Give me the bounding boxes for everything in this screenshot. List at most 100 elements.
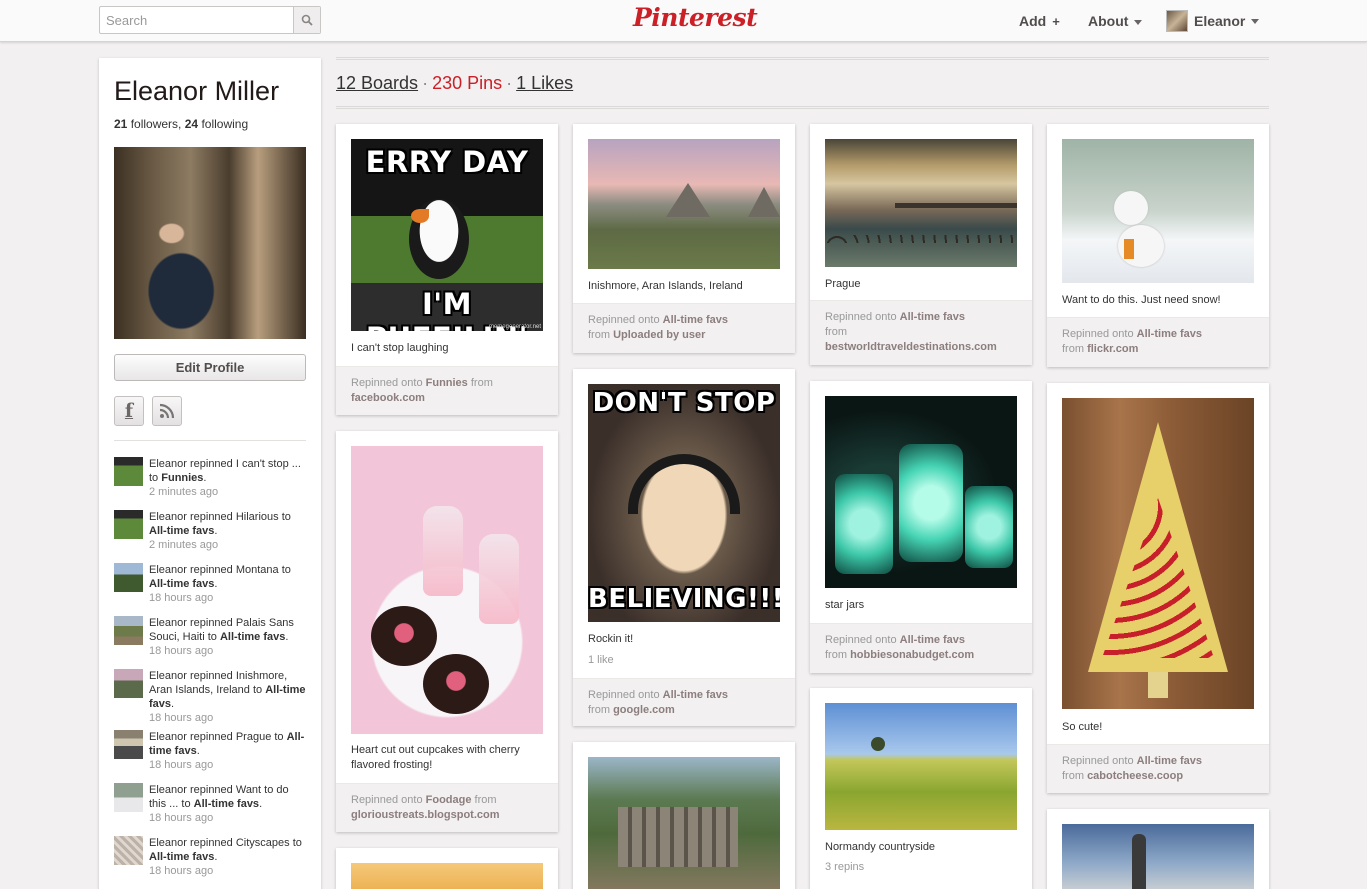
pin-card[interactable]: So cute! Repinned onto All-time favs fro… (1047, 383, 1269, 793)
pinterest-logo[interactable]: Pinterest (633, 3, 758, 35)
board-link[interactable]: All-time favs (1137, 755, 1202, 767)
activity-item[interactable]: Eleanor repinned Montana to All-time fav… (114, 563, 306, 611)
add-menu[interactable]: Add + (1019, 13, 1060, 29)
activity-time: 18 hours ago (149, 592, 214, 604)
edit-profile-button[interactable]: Edit Profile (114, 354, 306, 381)
rss-button[interactable] (152, 396, 182, 426)
pin-image[interactable] (1062, 139, 1254, 283)
pin-card[interactable]: Heart cut out cupcakes with cherry flavo… (336, 431, 558, 832)
repin-count[interactable]: 3 repins (825, 861, 864, 873)
like-count[interactable]: 1 like (588, 654, 614, 666)
pin-image[interactable] (1062, 824, 1254, 889)
activity-board-link[interactable]: All-time favs (220, 631, 285, 643)
pin-image[interactable] (351, 863, 543, 889)
board-link[interactable]: All-time favs (900, 634, 965, 646)
pin-card[interactable] (336, 848, 558, 889)
pin-card[interactable]: Want to do this. Just need snow! Repinne… (1047, 124, 1269, 367)
pin-attribution: Repinned onto All-time favs from cabotch… (1047, 744, 1269, 793)
activity-item[interactable]: Eleanor repinned Cityscapes to All-time … (114, 836, 306, 884)
activity-item[interactable]: Eleanor repinned Prague to All-time favs… (114, 730, 306, 778)
pin-card[interactable]: Inishmore, Aran Islands, Ireland Repinne… (573, 124, 795, 353)
source-link[interactable]: facebook.com (351, 392, 425, 404)
tree (871, 737, 885, 751)
about-menu[interactable]: About (1088, 13, 1143, 29)
board-link[interactable]: Foodage (426, 794, 472, 806)
activity-item[interactable]: Eleanor repinned I can't stop ... to Fun… (114, 457, 306, 505)
source-link[interactable]: flickr.com (1087, 343, 1138, 355)
pin-card[interactable]: ERRY DAY I'M PUFFILIN' memegenerator.net… (336, 124, 558, 415)
meme-bottom-text: BELIEVING!!! (588, 584, 780, 614)
pin-image[interactable] (588, 139, 780, 269)
board-link[interactable]: Funnies (426, 377, 468, 389)
pin-image[interactable] (825, 396, 1017, 588)
pin-card[interactable]: star jars Repinned onto All-time favs fr… (810, 381, 1032, 673)
activity-item[interactable]: Eleanor repinned Hilarious to All-time f… (114, 510, 306, 558)
pin-image[interactable] (825, 139, 1017, 267)
activity-board-link[interactable]: All-time favs (149, 851, 214, 863)
source-link[interactable]: hobbiesonabudget.com (850, 649, 974, 661)
source-link[interactable]: Uploaded by user (613, 329, 705, 341)
likes-tab[interactable]: 1 Likes (516, 73, 573, 93)
pin-image[interactable] (1062, 398, 1254, 709)
board-link[interactable]: All-time favs (663, 689, 728, 701)
activity-thumbnail (114, 457, 143, 486)
activity-item[interactable]: Eleanor repinned Want to do this ... to … (114, 783, 306, 831)
activity-text: Eleanor repinned Prague to (149, 731, 284, 743)
from-label: from (588, 329, 610, 341)
pin-description: star jars (825, 599, 865, 611)
board-link[interactable]: All-time favs (900, 311, 965, 323)
activity-text: Eleanor repinned Montana to (149, 564, 291, 576)
pin-attribution: Repinned onto All-time favs from bestwor… (810, 300, 1032, 365)
following-count[interactable]: 24 (185, 117, 198, 131)
source-link[interactable]: bestworldtraveldestinations.com (825, 341, 997, 353)
activity-board-link[interactable]: All-time favs (149, 578, 214, 590)
pin-image[interactable]: DON'T STOP BELIEVING!!! (588, 384, 780, 622)
meme-top-text: ERRY DAY (365, 145, 529, 179)
pin-image[interactable] (351, 446, 543, 734)
glowing-jar (899, 444, 963, 562)
source-link[interactable]: glorioustreats.blogspot.com (351, 809, 500, 821)
source-link[interactable]: cabotcheese.coop (1087, 770, 1183, 782)
source-link[interactable]: google.com (613, 704, 675, 716)
pin-description: Prague (825, 278, 861, 290)
boards-tab[interactable]: 12 Boards (336, 73, 418, 93)
pin-attribution: Repinned onto All-time favs from Uploade… (573, 303, 795, 353)
activity-suffix: . (214, 525, 218, 537)
pin-attribution: Repinned onto All-time favs from google.… (573, 678, 795, 726)
activity-time: 2 minutes ago (149, 486, 219, 498)
pin-image[interactable]: ERRY DAY I'M PUFFILIN' memegenerator.net (351, 139, 543, 331)
add-menu-label: Add (1019, 13, 1047, 29)
board-link[interactable]: All-time favs (1137, 328, 1202, 340)
pins-tab[interactable]: 230 Pins (432, 73, 502, 93)
search-button[interactable] (293, 7, 320, 33)
repinned-label: Repinned onto (351, 794, 423, 806)
activity-board-link[interactable]: All-time favs (149, 525, 214, 537)
user-menu[interactable]: Eleanor (1166, 10, 1260, 32)
board-link[interactable]: All-time favs (663, 314, 728, 326)
activity-board-link[interactable]: Funnies (161, 472, 203, 484)
activity-suffix: . (203, 472, 207, 484)
palace-ruin (618, 807, 738, 867)
pin-card[interactable] (1047, 809, 1269, 889)
activity-item[interactable]: Eleanor repinned Inishmore, Aran Islands… (114, 669, 306, 725)
activity-board-link[interactable]: All-time favs (194, 798, 259, 810)
milk-bottle (479, 534, 519, 624)
pin-card[interactable]: DON'T STOP BELIEVING!!! Rockin it! 1 lik… (573, 369, 795, 726)
pin-image[interactable] (588, 757, 780, 889)
repinned-label: Repinned onto (588, 314, 660, 326)
avatar (1166, 10, 1188, 32)
followers-label[interactable]: followers, (131, 117, 182, 131)
activity-time: 18 hours ago (149, 865, 214, 877)
pin-card[interactable] (573, 742, 795, 889)
from-label: from (470, 377, 493, 389)
activity-text: Eleanor repinned Cityscapes to (149, 837, 302, 849)
pin-card[interactable]: Prague Repinned onto All-time favs from … (810, 124, 1032, 365)
pin-image[interactable] (825, 703, 1017, 830)
facebook-button[interactable]: f (114, 396, 144, 426)
following-label[interactable]: following (201, 117, 248, 131)
activity-item[interactable]: Eleanor repinned Palais Sans Souci, Hait… (114, 616, 306, 664)
pin-attribution: Repinned onto All-time favs from flickr.… (1047, 317, 1269, 367)
pin-card[interactable]: Normandy countryside 3 repins (810, 688, 1032, 889)
followers-count[interactable]: 21 (114, 117, 127, 131)
search-input[interactable] (100, 7, 293, 33)
